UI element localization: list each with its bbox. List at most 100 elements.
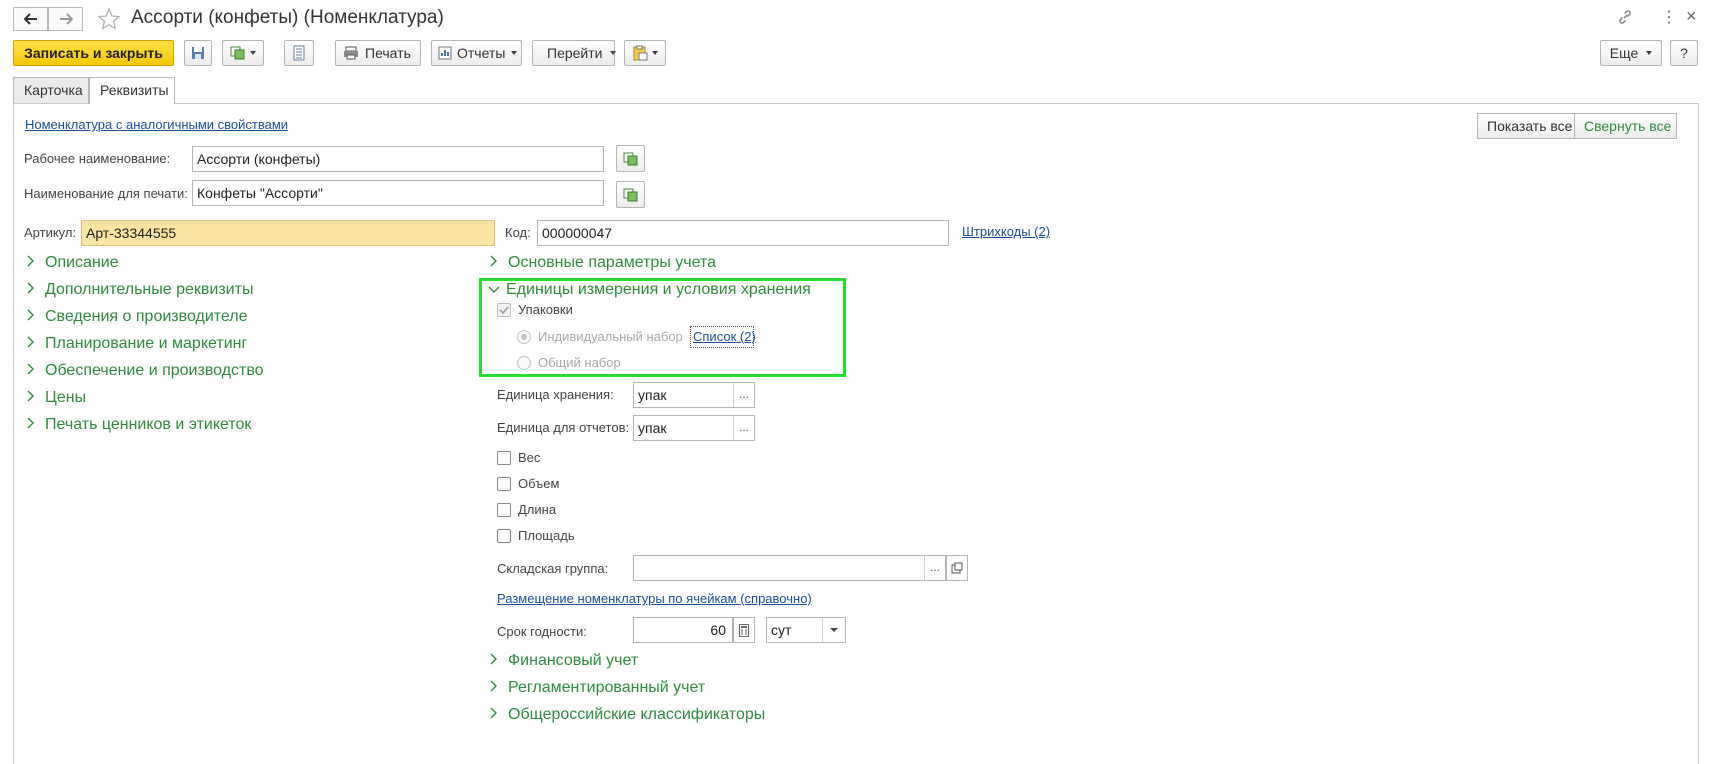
warehouse-group-input[interactable]: ... [633,555,946,581]
reports-button[interactable]: Отчеты [431,40,522,66]
barcodes-link[interactable]: Штрихкоды (2) [962,224,1050,239]
print-name-action-button[interactable] [616,181,645,208]
group-financial[interactable]: Финансовый учет [490,652,638,670]
help-button[interactable]: ? [1670,40,1698,66]
warehouse-group-label: Складская группа: [497,561,609,576]
area-label: Площадь [518,528,575,543]
code-label: Код: [505,225,531,240]
report-unit-input[interactable]: упак ... [633,415,755,441]
open-button[interactable] [946,555,968,581]
group-prices[interactable]: Цены [27,389,86,407]
individual-set-label: Индивидуальный набор [538,329,683,344]
arrow-right-icon [60,13,73,25]
chevron-down-icon [488,281,500,299]
create-based-icon [623,188,638,202]
chevron-right-icon [27,416,39,434]
length-checkbox[interactable] [497,503,511,517]
select-dots-icon[interactable]: ... [733,416,754,440]
packages-checkbox[interactable] [497,303,511,317]
create-based-on-button[interactable] [222,40,264,66]
work-name-input[interactable]: Ассорти (конфеты) [192,146,604,172]
save-and-close-button[interactable]: Записать и закрыть [13,40,174,66]
tab-card[interactable]: Карточка [13,77,89,103]
code-input[interactable]: 000000047 [537,220,949,246]
create-based-icon [623,152,638,166]
weight-checkbox[interactable] [497,451,511,465]
select-dots-icon[interactable]: ... [924,556,945,580]
page-title: Ассорти (конфеты) (Номенклатура) [131,7,444,28]
group-basic-params[interactable]: Основные параметры учета [490,254,716,272]
chevron-right-icon [27,308,39,326]
save-button[interactable] [184,40,212,66]
group-additional-requisites[interactable]: Дополнительные реквизиты [27,281,253,299]
group-regulated[interactable]: Регламентированный учет [490,679,705,697]
placement-link[interactable]: Размещение номенклатуры по ячейкам (спра… [497,591,812,606]
similar-items-link[interactable]: Номенклатура с аналогичными свойствами [25,117,288,132]
print-name-input[interactable]: Конфеты "Ассорти" [192,180,604,206]
weight-label: Вес [518,450,541,465]
more-vert-icon[interactable]: ⋮ [1661,7,1677,27]
shelf-life-input[interactable]: 60 [633,617,733,643]
group-price-tags[interactable]: Печать ценников и этикеток [27,416,251,434]
goto-button[interactable]: Перейти [532,40,617,66]
article-input[interactable]: Арт-33344555 [81,220,495,246]
clipboard-icon [633,45,648,61]
common-set-label: Общий набор [538,355,621,370]
print-name-label: Наименование для печати: [24,186,188,201]
attachments-button[interactable] [624,40,666,66]
print-button[interactable]: Печать [335,40,421,66]
chevron-right-icon [27,335,39,353]
checkmark-icon [499,306,509,315]
storage-unit-label: Единица хранения: [497,387,614,402]
back-button[interactable] [13,7,48,31]
list-icon [293,45,305,61]
volume-label: Объем [518,476,560,491]
common-set-radio[interactable] [517,356,531,370]
document-list-button[interactable] [284,40,314,66]
calculator-icon [739,624,749,637]
chevron-right-icon [490,652,502,670]
group-units-storage[interactable]: Единицы измерения и условия хранения [488,281,811,299]
work-name-action-button[interactable] [616,145,645,172]
individual-set-radio[interactable] [517,330,531,344]
article-label: Артикул: [24,225,77,240]
calculator-button[interactable] [733,617,755,643]
chevron-right-icon [27,281,39,299]
select-dots-icon[interactable]: ... [733,383,754,407]
volume-checkbox[interactable] [497,477,511,491]
close-icon[interactable]: × [1686,6,1697,27]
packages-label: Упаковки [518,302,573,317]
printer-icon [344,46,358,60]
show-all-button[interactable]: Показать все [1477,113,1575,139]
chevron-right-icon [27,254,39,272]
open-window-icon [951,562,963,574]
shelf-life-label: Срок годности: [497,624,587,639]
group-supply-production[interactable]: Обеспечение и производство [27,362,264,380]
favorite-star-icon[interactable] [97,7,121,34]
group-description[interactable]: Описание [27,254,119,272]
forward-button[interactable] [48,7,83,31]
chevron-right-icon [27,389,39,407]
chevron-right-icon [490,706,502,724]
dropdown-arrow-icon[interactable] [822,618,845,642]
arrow-left-icon [24,13,37,25]
storage-unit-input[interactable]: упак ... [633,382,755,408]
group-classifiers[interactable]: Общероссийские классификаторы [490,706,765,724]
link-icon[interactable] [1617,9,1633,28]
collapse-all-button[interactable]: Свернуть все [1574,113,1677,139]
tab-requisites[interactable]: Реквизиты [89,77,175,104]
more-button[interactable]: Еще [1600,40,1662,66]
create-based-icon [230,46,245,60]
floppy-disk-icon [192,47,204,59]
group-manufacturer[interactable]: Сведения о производителе [27,308,248,326]
shelf-life-unit-select[interactable]: сут [766,617,846,643]
length-label: Длина [518,502,557,517]
packages-list-link[interactable]: Список (2) [693,329,756,344]
report-icon [438,46,452,60]
chevron-right-icon [490,254,502,272]
area-checkbox[interactable] [497,529,511,543]
group-planning-marketing[interactable]: Планирование и маркетинг [27,335,247,353]
report-unit-label: Единица для отчетов: [497,420,630,435]
chevron-right-icon [490,679,502,697]
chevron-right-icon [27,362,39,380]
